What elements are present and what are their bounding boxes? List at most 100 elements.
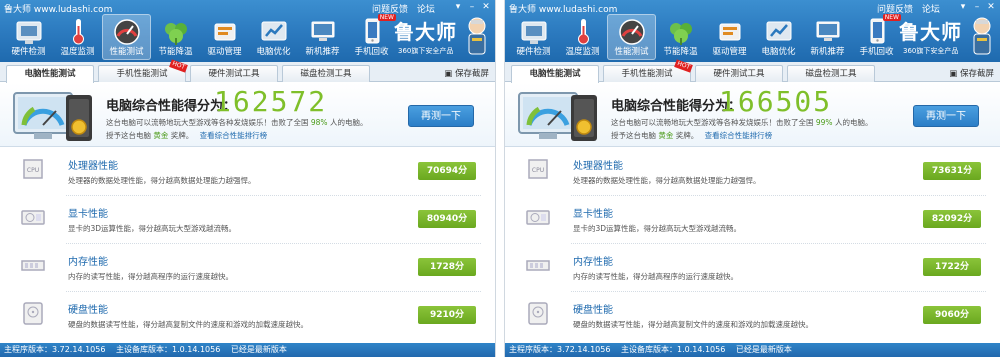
item-description: 显卡的3D运算性能，得分越高玩大型游戏越流畅。	[68, 224, 237, 233]
tab-pc-performance[interactable]: 电脑性能测试	[6, 65, 94, 83]
program-version: 主程序版本：3.72.14.1056	[509, 345, 611, 354]
item-score-badge: 9060分	[923, 306, 981, 324]
item-score-badge: 1722分	[923, 258, 981, 276]
toolbar-label: 节能降温	[663, 47, 698, 57]
item-description: 内存的读写性能，得分越高程序的运行速度越快。	[68, 272, 233, 281]
beat-percent: 99%	[815, 118, 833, 127]
item-name[interactable]: 硬盘性能	[68, 301, 108, 316]
tab-disk-tools[interactable]: 磁盘检测工具	[282, 65, 370, 82]
toolbar-optimize[interactable]: 电脑优化	[249, 14, 298, 60]
update-status: 已经是最新版本	[230, 345, 287, 354]
tab-bar: 电脑性能测试 手机性能测试 HOT 硬件测试工具 磁盘检测工具 ▣ 保存截屏	[505, 59, 1000, 83]
toolbar-hardware[interactable]: 硬件检测	[4, 14, 53, 60]
score-desc-text: 这台电脑可以流畅地玩大型游戏等各种发烧娱乐！击败了全国	[106, 118, 309, 127]
retest-button[interactable]: 再测一下	[913, 105, 979, 127]
tab-label: 手机性能测试	[621, 69, 673, 79]
score-panel: 电脑综合性能得分为： 162572 这台电脑可以流畅地玩大型游戏等各种发烧娱乐！…	[0, 83, 495, 147]
toolbar-speedometer[interactable]: 性能测试	[607, 14, 656, 60]
score-desc-text: 这台电脑可以流畅地玩大型游戏等各种发烧娱乐！击败了全国	[611, 118, 814, 127]
brand-subtitle: 360旗下安全产品	[903, 47, 959, 55]
computer-icon	[311, 21, 334, 41]
item-name[interactable]: 处理器性能	[573, 157, 623, 172]
mascot-icon	[973, 17, 991, 55]
minimize-icon[interactable]: –	[466, 2, 478, 12]
item-description: 内存的读写性能，得分越高程序的运行速度越快。	[573, 272, 738, 281]
item-score-badge: 82092分	[923, 210, 981, 228]
award-medal: 黄金	[658, 131, 674, 140]
save-screenshot-label: 保存截屏	[454, 69, 489, 79]
tab-pc-performance[interactable]: 电脑性能测试	[511, 65, 599, 83]
menu-icon[interactable]: ▾	[957, 2, 969, 12]
award-line: 授予这台电脑 黄金 奖牌。 查看综合性能排行榜	[106, 130, 267, 141]
close-icon[interactable]: ✕	[480, 2, 492, 12]
brand-logo: 鲁大师 360旗下安全产品	[392, 14, 490, 60]
tab-hardware-tools[interactable]: 硬件测试工具	[190, 65, 278, 82]
item-name[interactable]: 硬盘性能	[573, 301, 613, 316]
toolbar-optimize[interactable]: 电脑优化	[754, 14, 803, 60]
memory-icon	[21, 260, 45, 271]
status-bar: 主程序版本：3.72.14.1056 主设备库版本：1.0.14.1056 已经…	[0, 343, 495, 357]
speedometer-icon	[618, 19, 645, 45]
brand-name: 鲁大师	[394, 20, 457, 44]
leaf-icon	[669, 23, 692, 45]
save-screenshot-button[interactable]: ▣ 保存截屏	[949, 67, 994, 79]
toolbar-thermometer[interactable]: 温度监测	[558, 14, 607, 60]
tab-phone-performance[interactable]: 手机性能测试 HOT	[603, 59, 693, 82]
award-line: 授予这台电脑 黄金 奖牌。 查看综合性能排行榜	[611, 130, 772, 141]
driver-icon	[214, 23, 235, 41]
toolbar-phone[interactable]: 手机回收 NEW	[852, 14, 901, 60]
toolbar-computer[interactable]: 新机推荐	[298, 14, 347, 60]
beat-percent: 98%	[310, 118, 328, 127]
toolbar-computer[interactable]: 新机推荐	[803, 14, 852, 60]
save-screenshot-button[interactable]: ▣ 保存截屏	[444, 67, 489, 79]
toolbar-label: 节能降温	[158, 47, 193, 57]
hardware-icon	[16, 21, 41, 44]
close-icon[interactable]: ✕	[985, 2, 997, 12]
speedometer-icon	[113, 19, 140, 45]
toolbar-label: 电脑优化	[761, 47, 796, 57]
retest-button[interactable]: 再测一下	[408, 105, 474, 127]
toolbar-speedometer[interactable]: 性能测试	[102, 14, 151, 60]
award-post: 奖牌。	[170, 131, 194, 140]
item-name[interactable]: 内存性能	[68, 253, 108, 268]
toolbar-hardware[interactable]: 硬件检测	[509, 14, 558, 60]
title-bar: 鲁大师 www.ludashi.com 问题反馈 论坛 ▾ – ✕	[505, 0, 1000, 15]
ludashi-window: 鲁大师 www.ludashi.com 问题反馈 论坛 ▾ – ✕ 硬件检测 温度…	[0, 0, 496, 357]
ranking-link[interactable]: 查看综合性能排行榜	[705, 131, 773, 140]
tab-hardware-tools[interactable]: 硬件测试工具	[695, 65, 783, 82]
ranking-link[interactable]: 查看综合性能排行榜	[200, 131, 268, 140]
toolbar-driver[interactable]: 驱动管理	[200, 14, 249, 60]
database-version: 主设备库版本：1.0.14.1056	[115, 345, 221, 354]
score-desc-tail: 人的电脑。	[329, 118, 368, 127]
toolbar-driver[interactable]: 驱动管理	[705, 14, 754, 60]
toolbar-leaf[interactable]: 节能降温	[656, 14, 705, 60]
performance-item: CPU 处理器性能 处理器的数据处理性能，得分越高数据处理能力越强悍。 70694分	[0, 148, 495, 196]
optimize-icon	[766, 21, 791, 41]
svg-text:CPU: CPU	[27, 167, 39, 174]
item-name[interactable]: 处理器性能	[68, 157, 118, 172]
toolbar-leaf[interactable]: 节能降温	[151, 14, 200, 60]
mascot-icon	[468, 17, 486, 55]
toolbar-phone[interactable]: 手机回收 NEW	[347, 14, 396, 60]
item-name[interactable]: 内存性能	[573, 253, 613, 268]
item-description: 硬盘的数据读写性能，得分越高复制文件的速度和游戏的加载速度越快。	[68, 320, 308, 329]
minimize-icon[interactable]: –	[971, 2, 983, 12]
performance-item: 显卡性能 显卡的3D运算性能，得分越高玩大型游戏越流畅。 80940分	[0, 196, 495, 244]
performance-item: 内存性能 内存的读写性能，得分越高程序的运行速度越快。 1728分	[0, 244, 495, 292]
item-name[interactable]: 显卡性能	[573, 205, 613, 220]
item-name[interactable]: 显卡性能	[68, 205, 108, 220]
toolbar-thermometer[interactable]: 温度监测	[53, 14, 102, 60]
performance-item: 硬盘性能 硬盘的数据读写性能，得分越高复制文件的速度和游戏的加载速度越快。 9210…	[0, 292, 495, 340]
camera-icon: ▣	[444, 69, 453, 79]
tab-disk-tools[interactable]: 磁盘检测工具	[787, 65, 875, 82]
camera-icon: ▣	[949, 69, 958, 79]
toolbar-label: 驱动管理	[712, 47, 747, 57]
toolbar-label: 性能测试	[614, 47, 649, 57]
menu-icon[interactable]: ▾	[452, 2, 464, 12]
tab-label: 手机性能测试	[116, 69, 168, 79]
tab-phone-performance[interactable]: 手机性能测试 HOT	[98, 59, 188, 82]
toolbar-label: 新机推荐	[305, 47, 340, 57]
toolbar-label: 手机回收	[859, 47, 894, 57]
computer-icon	[816, 21, 839, 41]
hard-disk-icon	[528, 302, 548, 325]
